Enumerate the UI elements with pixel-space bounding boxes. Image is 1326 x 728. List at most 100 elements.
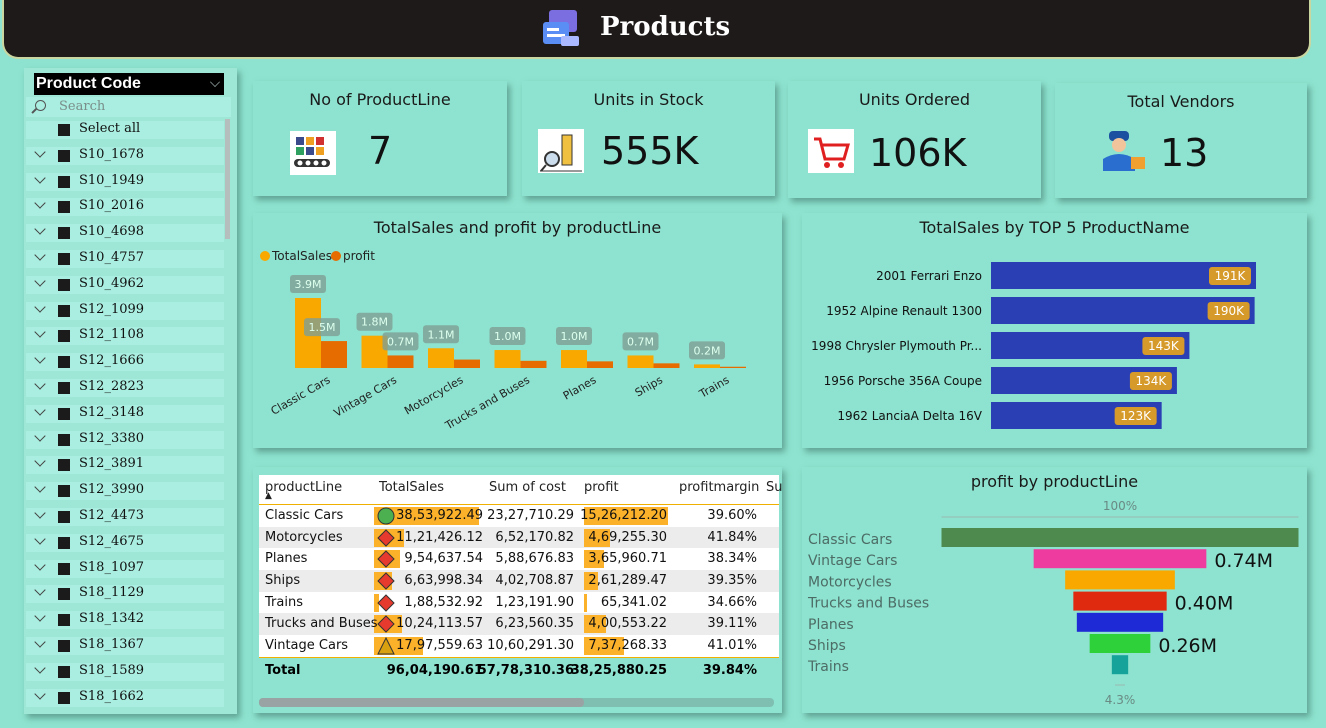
column-header[interactable]: profitmargin <box>679 480 759 495</box>
slicer-item[interactable]: S10_1949 <box>26 171 231 197</box>
slicer-item[interactable]: S12_2823 <box>26 377 231 403</box>
slicer-item-label: S12_3891 <box>79 456 145 472</box>
sort-icon[interactable]: ▲ <box>265 491 272 501</box>
funnel-category-label: Trains <box>807 659 849 675</box>
checkbox[interactable] <box>58 485 70 498</box>
checkbox[interactable] <box>58 149 70 162</box>
cell-sales: 6,63,998.34 <box>404 573 483 589</box>
checkbox[interactable] <box>58 278 70 291</box>
bar-profit[interactable] <box>387 355 414 368</box>
slicer-item[interactable]: S12_1666 <box>26 351 231 377</box>
table-scrollbar-thumb[interactable] <box>259 698 584 707</box>
table-row[interactable]: Planes 9,54,637.54 5,88,676.83 3,65,960.71 3… <box>259 548 779 571</box>
column-header[interactable]: TotalSales <box>379 480 444 495</box>
checkbox[interactable] <box>58 614 70 627</box>
table-row[interactable]: Vintage Cars 17,97,559.63 10,60,291.30 7,37… <box>259 635 779 657</box>
table-row[interactable]: Motorcycles 11,21,426.12 6,52,170.82 4,69,2… <box>259 526 779 549</box>
bar-profit[interactable] <box>587 361 613 368</box>
slicer-item[interactable]: S12_4473 <box>26 506 231 532</box>
slicer-select-all[interactable]: Select all <box>26 119 231 145</box>
checkbox[interactable] <box>58 330 70 343</box>
column-header[interactable]: Su <box>766 480 783 495</box>
slicer-item[interactable]: S18_1589 <box>26 661 231 687</box>
green-circle-icon <box>377 507 395 525</box>
table-scrollbar-track[interactable] <box>259 698 774 707</box>
slicer-item[interactable]: S12_4675 <box>26 532 231 558</box>
bar-profit[interactable] <box>520 360 547 368</box>
table-row[interactable]: Ships 6,63,998.34 4,02,708.87 2,61,289.47 39… <box>259 570 779 592</box>
table-row[interactable]: Trains 1,88,532.92 1,23,191.90 65,341.02 34.… <box>259 591 779 614</box>
table-row[interactable]: Trucks and Buses 10,24,113.57 6,23,560.35 4… <box>259 613 779 636</box>
slicer-item[interactable]: S18_1367 <box>26 635 231 661</box>
data-label: 1.0M <box>561 330 588 343</box>
funnel-bar[interactable] <box>1111 655 1129 675</box>
bar-totalsales[interactable] <box>428 348 454 368</box>
slicer-item[interactable]: S12_1099 <box>26 300 231 326</box>
slicer-item[interactable]: S10_1678 <box>26 145 231 171</box>
slicer-item[interactable]: S10_4962 <box>26 274 231 300</box>
slicer-scrollbar[interactable] <box>225 119 230 239</box>
checkbox[interactable] <box>58 227 70 240</box>
data-label: 0.2M <box>694 344 721 357</box>
checkbox[interactable] <box>58 510 70 523</box>
checkbox[interactable] <box>58 201 70 214</box>
product-code-slicer[interactable]: Product Code Search Select all S10_1678 S… <box>24 68 237 714</box>
chevron-down-icon[interactable] <box>210 77 220 87</box>
bar-profit[interactable] <box>454 359 480 368</box>
slicer-item[interactable]: S10_2016 <box>26 196 231 222</box>
column-header[interactable]: Sum of cost <box>489 480 566 495</box>
funnel-bar[interactable] <box>1065 570 1175 590</box>
bar-totalsales[interactable] <box>561 350 587 368</box>
checkbox[interactable] <box>58 536 70 549</box>
slicer-item[interactable]: S12_3891 <box>26 454 231 480</box>
bar-profit[interactable] <box>720 366 746 368</box>
slicer-item[interactable]: S12_3990 <box>26 480 231 506</box>
table-row[interactable]: Classic Cars 38,53,922.49 23,27,710.29 15,2… <box>259 505 779 527</box>
slicer-item[interactable]: S10_4757 <box>26 248 231 274</box>
checkbox[interactable] <box>58 304 70 317</box>
legend-totalsales[interactable]: TotalSales <box>271 249 332 263</box>
slicer-item[interactable]: S18_1662 <box>26 687 231 713</box>
slicer-header[interactable]: Product Code <box>34 73 224 95</box>
funnel-bar[interactable] <box>941 528 1299 547</box>
checkbox[interactable] <box>58 433 70 446</box>
column-header[interactable]: profit <box>584 480 619 495</box>
slicer-item[interactable]: S10_4698 <box>26 222 231 248</box>
funnel-bar[interactable] <box>1089 634 1151 653</box>
bar-totalsales[interactable] <box>694 364 720 368</box>
checkbox[interactable] <box>58 252 70 265</box>
slicer-item[interactable]: S18_1129 <box>26 583 231 609</box>
checkbox[interactable] <box>58 665 70 678</box>
bar-profit[interactable] <box>653 363 680 368</box>
funnel-bar[interactable] <box>1033 549 1207 569</box>
legend-profit-marker <box>331 251 341 261</box>
bar-totalsales[interactable] <box>494 350 521 368</box>
checkbox[interactable] <box>58 639 70 652</box>
slicer-item[interactable]: S12_3380 <box>26 429 231 455</box>
slicer-item[interactable]: S18_1097 <box>26 558 231 584</box>
funnel-bar[interactable] <box>1076 612 1164 632</box>
bar-totalsales[interactable] <box>627 355 654 368</box>
slicer-item-label: S12_1666 <box>79 353 145 369</box>
legend-totalsales-marker <box>260 251 270 261</box>
checkbox[interactable] <box>58 356 70 369</box>
checkbox[interactable] <box>58 562 70 575</box>
table-body: Classic Cars 38,53,922.49 23,27,710.29 15,2… <box>259 505 779 657</box>
bar-profit[interactable] <box>321 341 347 368</box>
checkbox[interactable] <box>58 124 70 136</box>
checkbox[interactable] <box>58 175 70 188</box>
slicer-item[interactable]: S12_3148 <box>26 403 231 429</box>
slicer-search-input[interactable]: Search <box>26 97 231 117</box>
slicer-item-label: S18_1097 <box>79 559 145 575</box>
checkbox[interactable] <box>58 588 70 601</box>
checkbox[interactable] <box>58 691 70 704</box>
checkbox[interactable] <box>58 407 70 420</box>
slicer-item[interactable]: S12_1108 <box>26 325 231 351</box>
column-header[interactable]: productLine <box>265 480 342 495</box>
funnel-bar[interactable] <box>1073 591 1167 611</box>
checkbox[interactable] <box>58 381 70 394</box>
cell-profit: 65,341.02 <box>600 594 667 610</box>
slicer-item[interactable]: S18_1342 <box>26 609 231 635</box>
legend-profit[interactable]: profit <box>343 249 375 263</box>
checkbox[interactable] <box>58 459 70 472</box>
